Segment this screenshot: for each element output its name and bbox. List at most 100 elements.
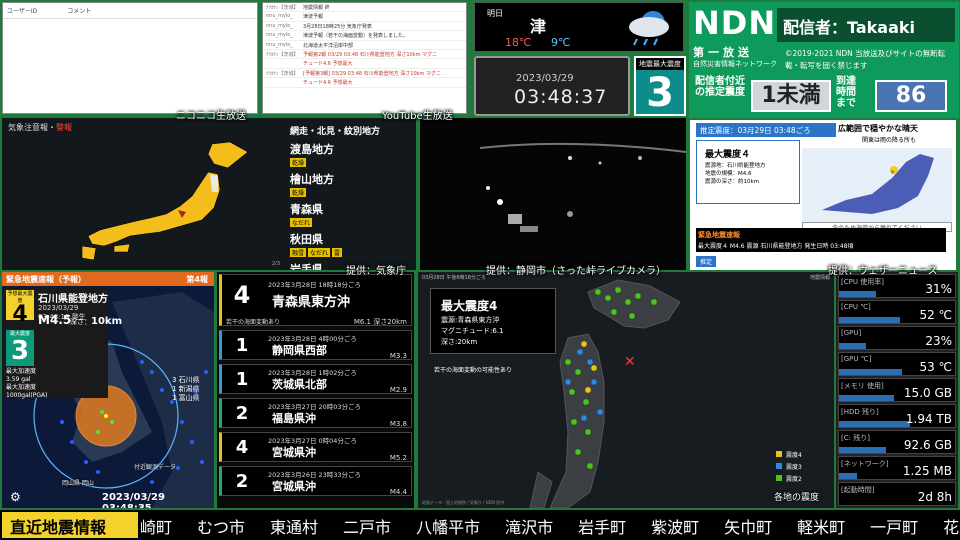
clock-time: 03:48:37	[514, 86, 608, 108]
warning-map-title: 気象注意報・警報	[8, 123, 72, 132]
stat-bar	[839, 369, 902, 375]
stat-row: [ネットワーク] 1.25 MB	[838, 456, 956, 480]
max-intensity-box: 地震最大震度 3	[634, 56, 686, 116]
accel-line: 1000gal(PGA)	[6, 392, 48, 399]
accel-line: 最大加速度	[6, 384, 37, 391]
history-intensity: 1	[235, 369, 249, 390]
legend-label: 震度2	[786, 476, 802, 483]
comment-text: 津波予報	[303, 14, 324, 21]
history-item[interactable]: 4 2023年3月27日 0時04分ごろ 宮城県沖 M5.2	[219, 432, 412, 462]
max-intensity-label: 地震最大震度	[636, 58, 684, 70]
stat-value: 1.94 TB	[905, 412, 952, 426]
comment-row: ﾅﾘｶｹﾝ【茨城】 地震情報 終	[263, 3, 466, 13]
forecast-city: 津	[530, 17, 547, 36]
source-camera-caption: 提供：静岡市（さった峠ライブカメラ）	[486, 266, 666, 277]
stat-value: 52 ℃	[919, 308, 952, 322]
tv-info-card: 最大震度４ 震源地：石川県能登地方 地震の規模：M4.6 震源の深さ：約10km	[696, 140, 800, 204]
stat-row: [C: 残り] 92.6 GB	[838, 430, 956, 454]
ticker-place: 矢巾町	[724, 518, 773, 537]
comment-text: 地震情報 終	[303, 5, 330, 11]
stat-value: 31%	[925, 282, 952, 296]
history-place: 静岡県西部	[272, 344, 327, 357]
ticker-place: 紫波町	[651, 518, 700, 537]
legend-swatch	[776, 475, 782, 481]
camera-night-view	[420, 118, 686, 270]
stat-value: 1.25 MB	[902, 464, 952, 478]
ticker-place-list: 崎町 むつ市 東通村 二戸市 八幡平市 滝沢市 岩手町 紫波町 矢巾町 軽米町 一戸町 花巻市	[140, 514, 960, 538]
arrival-time-value: 86	[875, 80, 947, 112]
live-camera-feed	[420, 118, 686, 270]
comment-user: nnu_mylo_	[266, 13, 293, 20]
earthquake-history: 4 2023年3月28日 18時18分ごろ 青森県東方沖 M6.1 深さ20km 若干の…	[217, 272, 414, 508]
tv-card-line: 震源の深さ：約10km	[705, 179, 760, 185]
intensity-info-lines: 震源:青森県東方沖 マグニチュード:6.1 深さ:20km	[441, 315, 504, 348]
stat-value: 53 ℃	[919, 360, 952, 374]
tv-headline: 広範囲で穏やかな晴天	[838, 124, 918, 133]
warning-badge: なだれ	[308, 248, 331, 257]
history-intensity: 2	[235, 403, 249, 424]
intensity-map-attribution: 地図データ：国土地理院 / 気象庁 / NDN 提供	[422, 500, 505, 505]
network-name: 自然災害情報ネットワーク	[693, 60, 777, 68]
history-place: 宮城県沖	[272, 446, 316, 459]
warning-badges: 乾燥	[290, 158, 410, 167]
comment-row: nnu_mylo_ 津波予報（若干の海面変動）を発表しました。	[263, 31, 466, 41]
history-item[interactable]: 4 2023年3月28日 18時18分ごろ 青森県東方沖 M6.1 深さ20km 若干の…	[219, 274, 412, 326]
stat-key: [ネットワーク]	[841, 460, 889, 468]
ticker-place: 岩手町	[578, 518, 627, 537]
history-magnitude: M2.9	[389, 386, 407, 394]
eew-towns: 岡山県 岡山	[62, 480, 94, 487]
warning-region: 渡島地方	[290, 143, 334, 156]
eew-max-intensity: 最大震度 3	[6, 330, 34, 366]
intensity-legend: 震度4 震度3 震度2	[776, 450, 802, 486]
tv-header: 推定震度：03月29日 03:48ごろ	[696, 123, 836, 137]
intensity-map-note: 若干の海面変動の可能性あり	[434, 367, 513, 374]
ticker-place: 滝沢市	[505, 518, 554, 537]
intensity-map-header-right: 地震情報	[809, 275, 830, 281]
history-magnitude: M3.3	[389, 352, 407, 360]
warning-badges: 乾燥	[290, 188, 410, 197]
legend-swatch	[776, 463, 782, 469]
comment-user: nnu_mylo_	[266, 32, 293, 39]
accel-line: 最大加速度	[6, 368, 37, 375]
history-intensity: 1	[235, 335, 249, 356]
stat-bar	[839, 473, 857, 479]
warning-region: 檜山地方	[290, 173, 334, 186]
history-place: 福島県沖	[272, 412, 316, 425]
ndn-logo: NDN	[693, 4, 777, 42]
stat-bar	[839, 421, 910, 427]
intensity-info-card: 最大震度4 震源:青森県東方沖 マグニチュード:6.1 深さ:20km	[430, 288, 556, 354]
history-item[interactable]: 2 2023年3月27日 20時03分ごろ 福島県沖 M3.8	[219, 398, 412, 428]
history-item[interactable]: 1 2023年3月28日 4時00分ごろ 静岡県西部 M3.3	[219, 330, 412, 360]
stat-key: [HDD 残り]	[841, 408, 879, 416]
warning-badge: 融雪	[290, 248, 307, 257]
tv-card-title: 最大震度４	[705, 150, 751, 160]
history-item[interactable]: 2 2023年3月26日 23時33分ごろ 宮城県沖 M4.4	[219, 466, 412, 496]
stat-key: [メモリ 使用]	[841, 382, 884, 390]
stat-row: [GPU ℃] 53 ℃	[838, 352, 956, 376]
tv-card-line: 地震の規模：M4.6	[705, 171, 752, 177]
comment-row: ﾅﾘｶｹﾝ【茨城】 予報第2報 03/29 03:48 石川県能登地方 深さ10k…	[263, 50, 466, 60]
intensity-map-corner-label: 各地の震度	[774, 493, 820, 503]
history-magnitude: M6.1 深さ20km	[353, 318, 407, 326]
stat-row: [HDD 残り] 1.94 TB	[838, 404, 956, 428]
history-place: 宮城県沖	[272, 480, 316, 493]
eew-acceleration: 最大加速度 3.59 gal 最大加速度 1000gal(PGA)	[6, 368, 47, 400]
intensity-legend-item: 震度3	[776, 462, 802, 474]
intensity-legend-item: 震度2	[776, 474, 802, 486]
stat-value: 2d 8h	[917, 490, 952, 504]
comment-row: チュード4.6 予想最大	[263, 78, 466, 88]
tv-eew-bar: 緊急地震速報 最大震度４ M4.6 震源 石川県能登地方 発生日時 03:48頃	[696, 228, 946, 252]
warning-badge: 乾燥	[290, 158, 307, 167]
gear-icon[interactable]: ⚙	[10, 490, 21, 504]
stat-key: [起動時間]	[841, 486, 875, 494]
tv-intensity-map: ×	[802, 148, 952, 222]
earthquake-ticker: 直近地震情報 崎町 むつ市 東通村 二戸市 八幡平市 滝沢市 岩手町 紫波町 矢巾町 軽米町 一戸町…	[0, 510, 960, 540]
tv-subheadline: 関東は雨の降る所も	[862, 137, 917, 144]
history-item[interactable]: 1 2023年3月28日 1時02分ごろ 茨城県北部 M2.9	[219, 364, 412, 394]
eew-magnitude: M4.5	[38, 313, 72, 327]
ticker-place: 二戸市	[343, 518, 392, 537]
intensity-map-header: 03月28日 午後6時18分ごろ	[422, 275, 486, 281]
stat-row: [GPU] 23%	[838, 326, 956, 350]
tv-card-lines: 震源地：石川県能登地方 地震の規模：M4.6 震源の深さ：約10km	[697, 160, 799, 188]
history-magnitude: M4.4	[389, 488, 407, 496]
